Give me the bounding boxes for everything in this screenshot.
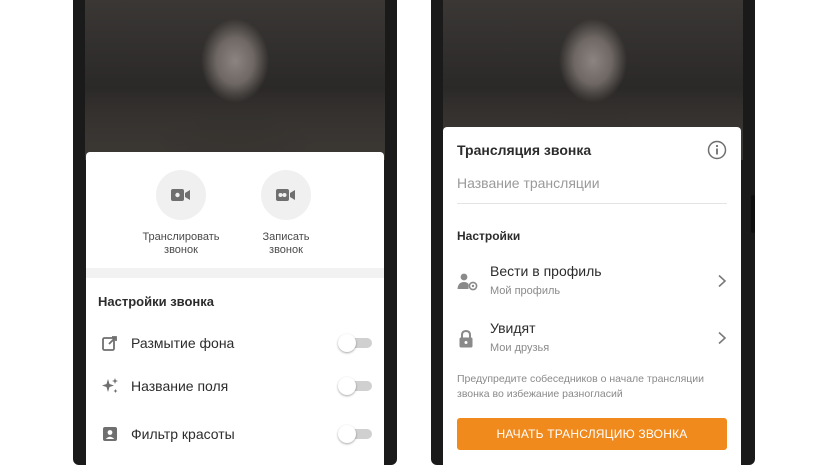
post-to-profile-row[interactable]: Вести в профиль Мой профиль	[443, 260, 741, 304]
broadcast-name-input[interactable]: Название трансляции	[457, 175, 727, 204]
start-broadcast-button[interactable]: НАЧАТЬ ТРАНСЛЯЦИЮ ЗВОНКА	[457, 418, 727, 450]
lock-icon	[457, 329, 477, 349]
sparkles-icon	[100, 376, 120, 396]
row-title: Увидят	[490, 320, 536, 336]
section-divider	[86, 268, 384, 278]
settings-title: Настройки	[457, 229, 521, 243]
phone-left: Транслировать звонок Записать звонок Нас…	[73, 0, 397, 465]
beauty-filter-toggle[interactable]	[338, 425, 372, 443]
record-call-button[interactable]: Записать звонок	[231, 170, 341, 257]
share-edit-icon	[100, 333, 120, 353]
sheet-title: Трансляция звонка	[457, 142, 592, 158]
record-call-label: Записать звонок	[262, 231, 310, 256]
call-options-sheet: Транслировать звонок Записать звонок Нас…	[86, 152, 384, 465]
field-name-toggle[interactable]	[338, 377, 372, 395]
chevron-right-icon	[717, 274, 727, 293]
option-label: Размытие фона	[131, 335, 235, 351]
option-label: Фильтр красоты	[131, 426, 235, 442]
broadcast-settings-sheet: Трансляция звонка Название трансляции На…	[443, 127, 741, 465]
background-blur-toggle[interactable]	[338, 334, 372, 352]
call-settings-title: Настройки звонка	[98, 294, 215, 309]
option-label: Название поля	[131, 378, 229, 394]
row-subtitle: Мой профиль	[490, 285, 561, 297]
row-subtitle: Мои друзья	[490, 342, 550, 354]
phone-right: Трансляция звонка Название трансляции На…	[431, 0, 755, 465]
user-settings-icon	[457, 272, 478, 292]
record-icon	[261, 170, 311, 220]
option-background-blur[interactable]: Размытие фона	[86, 328, 384, 358]
broadcast-call-button[interactable]: Транслировать звонок	[126, 170, 236, 257]
portrait-icon	[100, 424, 120, 444]
warning-note: Предупредите собеседников о начале транс…	[457, 373, 705, 400]
camera-preview	[85, 0, 385, 160]
visibility-row[interactable]: Увидят Мои друзья	[443, 317, 741, 361]
option-beauty-filter[interactable]: Фильтр красоты	[86, 419, 384, 449]
video-camera-icon	[156, 170, 206, 220]
broadcast-call-label: Транслировать звонок	[142, 231, 220, 256]
option-field-name[interactable]: Название поля	[86, 371, 384, 401]
chevron-right-icon	[717, 331, 727, 350]
info-icon[interactable]	[707, 140, 727, 165]
row-title: Вести в профиль	[490, 263, 602, 279]
